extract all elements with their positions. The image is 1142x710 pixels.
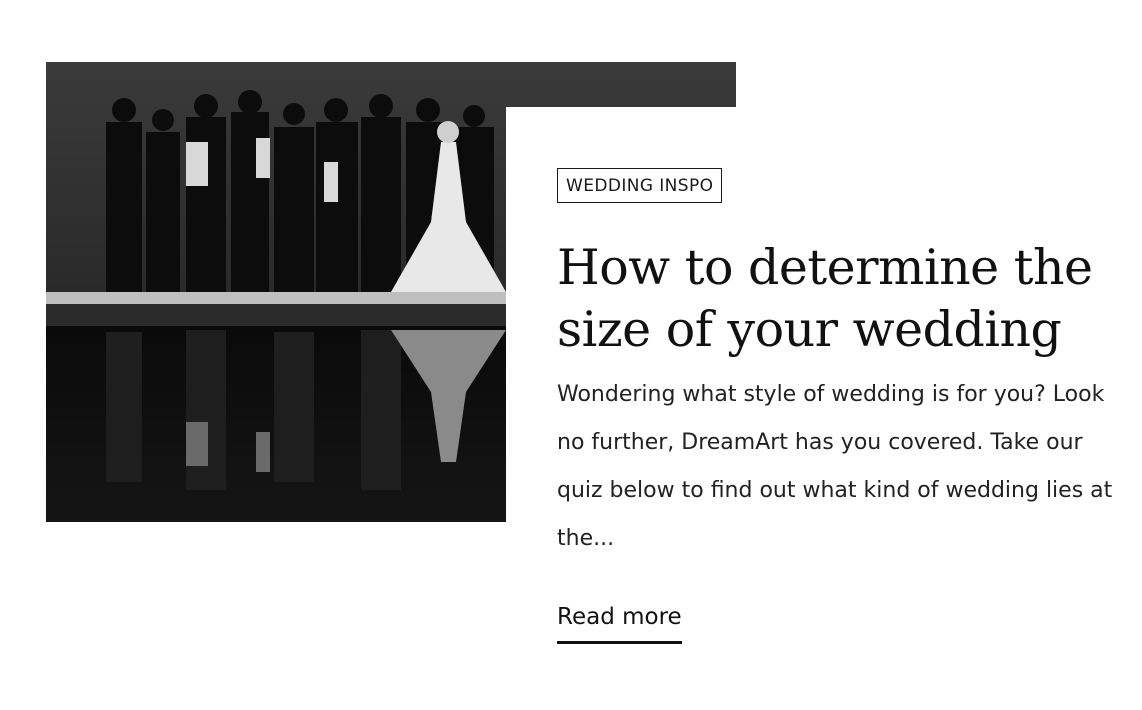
post-content-panel: WEDDING INSPO How to determine the size … xyxy=(506,107,1142,710)
category-tag[interactable]: WEDDING INSPO xyxy=(557,168,723,203)
post-title[interactable]: How to determine the size of your weddin… xyxy=(557,237,1117,361)
read-more-link[interactable]: Read more xyxy=(557,602,682,644)
blog-post-card: WEDDING INSPO How to determine the size … xyxy=(0,0,1142,710)
post-excerpt: Wondering what style of wedding is for y… xyxy=(557,382,1113,551)
